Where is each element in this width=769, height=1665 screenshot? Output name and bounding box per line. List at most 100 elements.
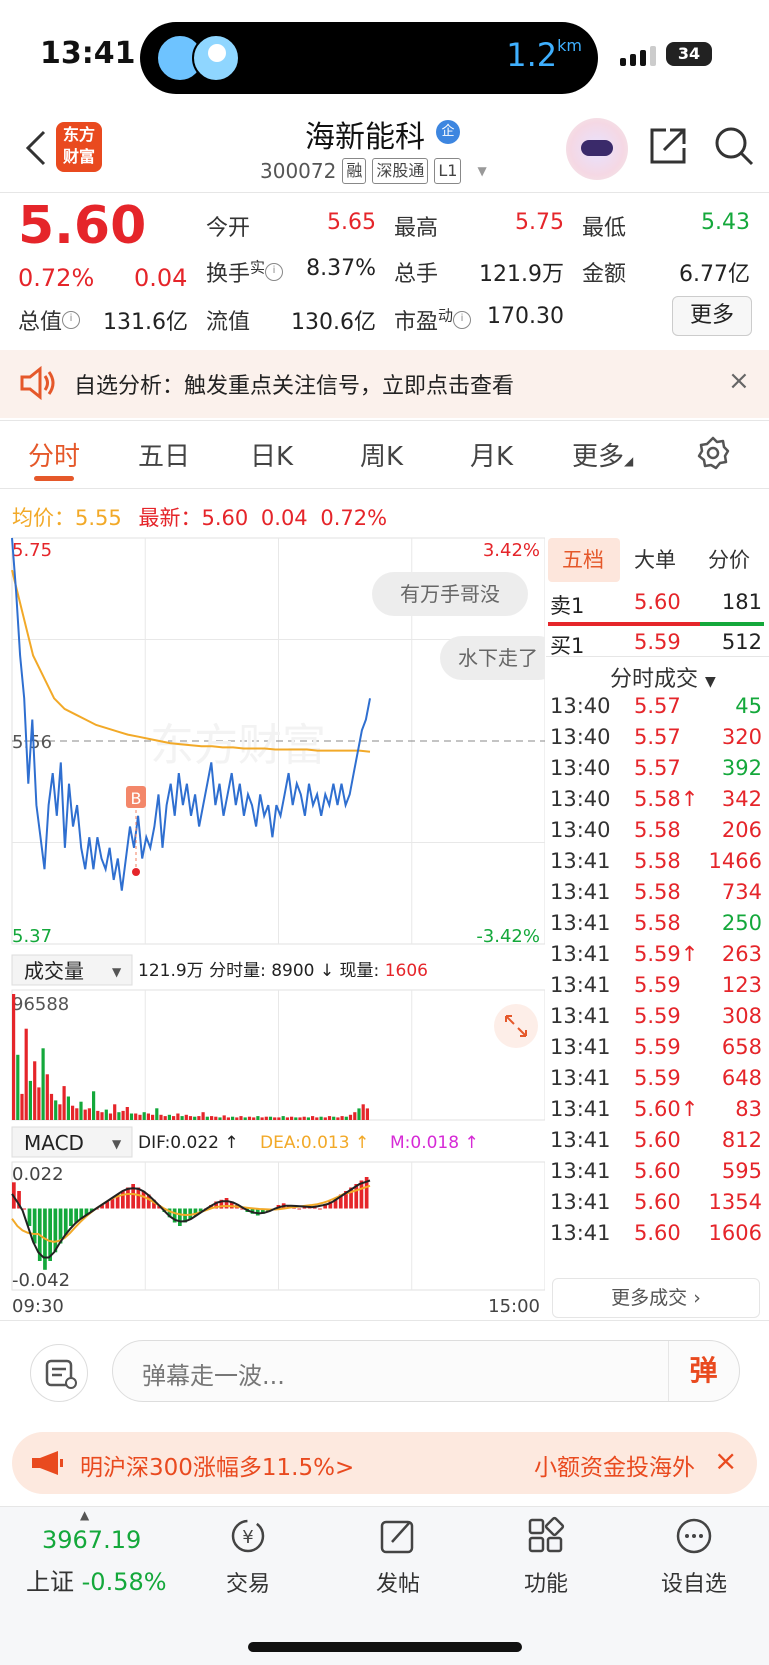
- volume-bar: [83, 1109, 87, 1120]
- close-icon[interactable]: ×: [714, 1444, 737, 1477]
- trades-title[interactable]: 分时成交 ▼: [610, 661, 716, 693]
- danmu-icon: [45, 1359, 77, 1389]
- assistant-robot-icon[interactable]: [566, 118, 628, 180]
- volume-bar: [159, 1114, 163, 1120]
- volume-bar: [264, 1116, 268, 1120]
- volume-bar: [340, 1116, 344, 1120]
- tab-big-orders[interactable]: 大单: [634, 544, 676, 574]
- macd-selector-label: MACD: [24, 1131, 84, 1155]
- volume-bar: [49, 1093, 54, 1120]
- volume-bar: [188, 1116, 193, 1120]
- mktcap-value: 131.6亿: [103, 310, 188, 335]
- nav-trade[interactable]: ¥ 交易: [188, 1516, 308, 1598]
- intraday-chart[interactable]: 东方财富5.755.565.373.42%-3.42%B有万手哥没水下走了成交量…: [0, 532, 545, 1318]
- stock-code: 300072: [260, 159, 337, 183]
- chevron-down-icon: ▼: [477, 164, 487, 178]
- trade-volume: 342: [721, 787, 762, 811]
- tag-margin: 融: [342, 158, 367, 184]
- volume-bar: [104, 1109, 108, 1120]
- chevron-down-icon: ▼: [112, 965, 122, 979]
- volume-bar: [315, 1117, 319, 1120]
- stock-code-row[interactable]: 300072 融 深股通 L1 ▼: [260, 158, 487, 184]
- volume-bar: [348, 1114, 353, 1120]
- trade-volume: 45: [735, 694, 762, 718]
- trade-price: 5.58: [634, 911, 681, 935]
- tab-intraday[interactable]: 分时: [28, 436, 80, 473]
- volume-bar: [260, 1117, 264, 1120]
- trade-volume: 320: [721, 725, 762, 749]
- volume-bar: [37, 1087, 41, 1120]
- status-time: 13:41: [40, 36, 136, 71]
- tab-more[interactable]: 更多◢: [572, 436, 633, 473]
- volume-value: 121.9万: [479, 262, 564, 287]
- volume-bar: [45, 1074, 49, 1120]
- volume-bar: [71, 1105, 75, 1120]
- danmu-send-button[interactable]: 弹: [668, 1341, 738, 1401]
- amount-label: 金额: [582, 262, 627, 287]
- share-icon[interactable]: [646, 124, 690, 168]
- announcement-text[interactable]: 自选分析：触发重点关注信号，立即点击查看: [74, 368, 514, 400]
- volume-bar: [290, 1116, 294, 1120]
- trade-time: 13:41: [550, 911, 611, 935]
- nav-functions[interactable]: 功能: [486, 1516, 606, 1598]
- volume-bar: [298, 1117, 302, 1120]
- volume-bar: [142, 1112, 146, 1120]
- tab-weekly-k[interactable]: 周K: [360, 436, 403, 473]
- macd-bar: [318, 1208, 322, 1210]
- promo-text-secondary[interactable]: 小额资金投海外: [534, 1448, 695, 1482]
- volume-bar: [332, 1116, 336, 1120]
- amount-value: 6.77亿: [679, 262, 750, 287]
- gear-icon[interactable]: [696, 436, 730, 470]
- nav-post[interactable]: 发帖: [338, 1516, 458, 1598]
- chevron-up-icon[interactable]: ▲: [80, 1508, 89, 1522]
- trade-time: 13:41: [550, 942, 611, 966]
- volume-bar: [155, 1108, 159, 1120]
- volume-bar: [365, 1108, 369, 1120]
- high-label: 最高: [394, 216, 439, 241]
- avg-price-row: 均价：5.55 最新：5.60 0.04 0.72%: [12, 506, 388, 530]
- volume-bar: [243, 1117, 247, 1120]
- buy-marker-dot: [132, 868, 140, 876]
- search-icon[interactable]: [712, 124, 756, 168]
- battery-icon: 34: [666, 42, 712, 66]
- price-line: [11, 537, 371, 891]
- index-value[interactable]: 3967.19: [42, 1526, 141, 1554]
- volume-bar: [92, 1091, 96, 1120]
- volume-bar: [138, 1114, 142, 1120]
- volume-bar: [129, 1113, 134, 1120]
- trade-volume: 1466: [708, 849, 762, 873]
- price-bottom-label: 5.37: [12, 926, 52, 947]
- volume-bar: [146, 1113, 150, 1120]
- volume-bar: [294, 1117, 298, 1120]
- low-value: 5.43: [701, 210, 750, 235]
- volume-bar: [176, 1113, 180, 1120]
- nav-add-watchlist[interactable]: 设自选: [634, 1516, 754, 1598]
- tab-level5[interactable]: 五档: [562, 544, 604, 574]
- tab-daily-k[interactable]: 日K: [250, 436, 293, 473]
- volume-bar: [134, 1113, 138, 1120]
- tag-level: L1: [434, 158, 462, 184]
- volume-bar: [357, 1108, 361, 1120]
- danmu-toggle-button[interactable]: [30, 1344, 88, 1402]
- close-icon[interactable]: ×: [728, 366, 750, 396]
- more-trades-button[interactable]: 更多成交 ›: [552, 1278, 760, 1318]
- info-icon: i: [62, 310, 81, 329]
- trade-volume: 250: [721, 911, 762, 935]
- trade-volume: 658: [721, 1035, 762, 1059]
- buy-strength-bar: [700, 622, 764, 626]
- tab-price-dist[interactable]: 分价: [708, 544, 750, 574]
- back-icon[interactable]: [18, 128, 58, 168]
- mktcap-label: 总值 i: [18, 304, 81, 336]
- volume-bar: [167, 1114, 171, 1120]
- tab-monthly-k[interactable]: 月K: [470, 436, 513, 473]
- index-name-change[interactable]: 上证 -0.58%: [26, 1562, 167, 1597]
- tab-five-day[interactable]: 五日: [138, 436, 190, 473]
- more-quote-button[interactable]: 更多: [672, 296, 752, 336]
- change-percent: 0.72%: [18, 264, 95, 292]
- trade-price: 5.58↑: [634, 787, 699, 811]
- high-value: 5.75: [515, 210, 564, 235]
- promo-text[interactable]: 明沪深300涨幅多11.5%>: [80, 1448, 354, 1482]
- volume-bar: [306, 1117, 310, 1120]
- volume-bar: [327, 1116, 332, 1120]
- volume-bar: [247, 1116, 252, 1120]
